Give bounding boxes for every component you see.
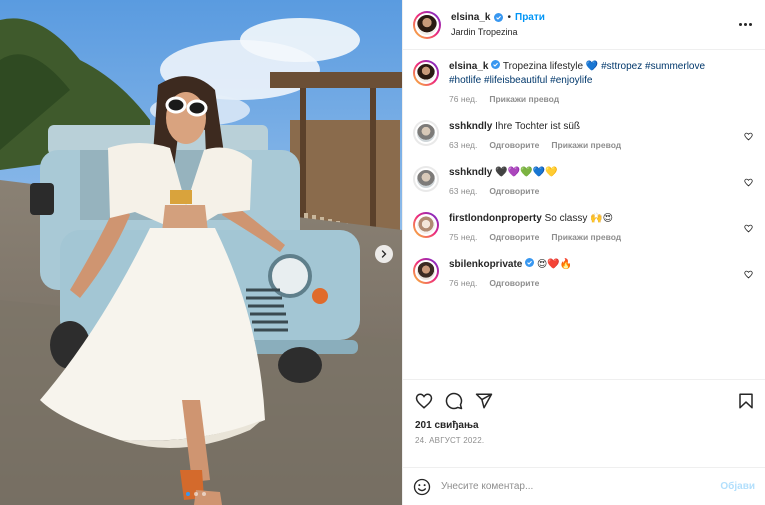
header-username[interactable]: elsina_k <box>451 12 490 23</box>
follow-button[interactable]: Прати <box>515 12 545 23</box>
like-heart-icon[interactable] <box>415 392 433 410</box>
caption-time[interactable]: 76 нед. <box>449 94 477 104</box>
post-photo[interactable] <box>0 0 402 505</box>
like-comment-heart-icon[interactable] <box>744 224 753 233</box>
location-link[interactable]: Jardin Tropezina <box>451 27 545 37</box>
like-comment-heart-icon[interactable] <box>744 178 753 187</box>
comment-time[interactable]: 63 нед. <box>449 186 477 196</box>
add-comment-bar: Објави <box>403 467 765 505</box>
see-translation-button[interactable]: Прикажи превод <box>551 232 621 242</box>
comment-row: sshkndly 🖤💜💚💙💛 63 нед. Одговорите <box>413 166 755 196</box>
carousel-dot <box>202 492 206 496</box>
comments-list[interactable]: elsina_k Tropezina lifestyle 💙 #sttropez… <box>403 50 765 379</box>
carousel-next-button[interactable] <box>375 245 393 263</box>
comment-username[interactable]: firstlondonproperty <box>449 213 542 224</box>
verified-badge-icon <box>491 60 501 69</box>
avatar[interactable] <box>413 212 439 238</box>
save-bookmark-icon[interactable] <box>737 392 755 410</box>
carousel-dot <box>186 492 190 496</box>
avatar[interactable] <box>413 166 439 192</box>
reply-button[interactable]: Одговорите <box>489 140 539 150</box>
comment-bubble-icon[interactable] <box>445 392 463 410</box>
emoji-icon[interactable] <box>413 478 431 496</box>
chevron-right-icon <box>381 250 387 258</box>
avatar[interactable] <box>413 10 441 39</box>
verified-badge-icon <box>525 258 535 267</box>
comment-time[interactable]: 75 нед. <box>449 232 477 242</box>
comment-text: 🖤💜💚💙💛 <box>495 167 558 178</box>
comment-username[interactable]: sshkndly <box>449 167 492 178</box>
avatar[interactable] <box>413 120 439 146</box>
post-header: elsina_k • Прати Jardin Tropezina <box>403 0 765 50</box>
reply-button[interactable]: Одговорите <box>489 278 539 288</box>
verified-badge-icon <box>494 13 504 22</box>
caption-username[interactable]: elsina_k <box>449 61 488 72</box>
post-details-panel: elsina_k • Прати Jardin Tropezina elsina… <box>402 0 765 505</box>
likes-count[interactable]: 201 свиђања <box>415 420 755 431</box>
instagram-post: elsina_k • Прати Jardin Tropezina elsina… <box>0 0 765 505</box>
comment-input[interactable] <box>441 481 721 492</box>
avatar[interactable] <box>413 60 439 86</box>
comment-username[interactable]: sshkndly <box>449 121 492 132</box>
comment-text: 😍❤️🔥 <box>536 259 573 270</box>
comment-row: sbilenkoprivate 😍❤️🔥 76 нед. Одговорите <box>413 258 755 288</box>
comment-time[interactable]: 76 нед. <box>449 278 477 288</box>
avatar[interactable] <box>413 258 439 284</box>
see-translation-button[interactable]: Прикажи превод <box>551 140 621 150</box>
more-options-icon[interactable] <box>739 18 753 30</box>
comment-time[interactable]: 63 нед. <box>449 140 477 150</box>
post-date: 24. АВГУСТ 2022. <box>415 436 485 445</box>
photo-scene <box>0 0 402 505</box>
carousel-dots <box>186 492 206 496</box>
comment-row: sshkndly Ihre Tochter ist süß 63 нед. Од… <box>413 120 755 150</box>
caption: elsina_k Tropezina lifestyle 💙 #sttropez… <box>413 60 755 104</box>
post-actions: 201 свиђања 24. АВГУСТ 2022. <box>403 379 765 467</box>
share-paper-plane-icon[interactable] <box>475 392 493 410</box>
comment-text: Ihre Tochter ist süß <box>495 121 580 132</box>
comment-username[interactable]: sbilenkoprivate <box>449 259 522 270</box>
reply-button[interactable]: Одговорите <box>489 232 539 242</box>
comment-text: So classy 🙌😍 <box>544 213 614 224</box>
separator-dot: • <box>507 12 511 23</box>
like-comment-heart-icon[interactable] <box>744 132 753 141</box>
carousel-dot <box>194 492 198 496</box>
comment-row: firstlondonproperty So classy 🙌😍 75 нед.… <box>413 212 755 242</box>
post-comment-button[interactable]: Објави <box>720 481 755 492</box>
caption-text: Tropezina lifestyle 💙 <box>502 61 599 72</box>
reply-button[interactable]: Одговорите <box>489 186 539 196</box>
like-comment-heart-icon[interactable] <box>744 270 753 279</box>
see-translation-button[interactable]: Прикажи превод <box>489 94 559 104</box>
